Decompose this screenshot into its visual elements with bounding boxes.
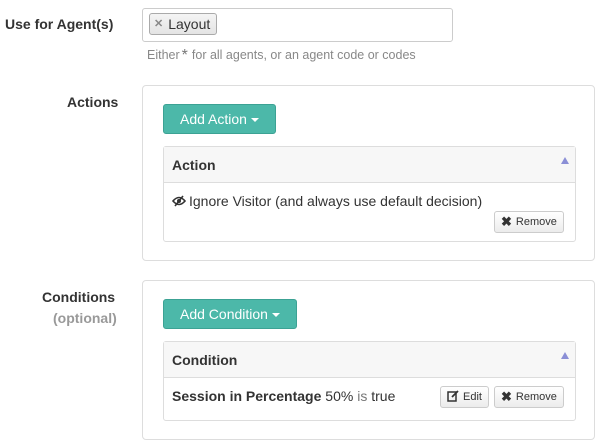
edit-label: Edit <box>463 391 482 403</box>
actions-panel: Add Action Action Ignore Visitor (and al… <box>142 85 595 261</box>
sort-up-icon[interactable] <box>561 157 569 164</box>
condition-value: 50% <box>325 388 354 404</box>
actions-table: Action Ignore Visitor (and always use de… <box>163 146 576 242</box>
eye-slash-icon <box>171 194 187 209</box>
caret-down-icon <box>271 313 280 318</box>
x-icon[interactable]: ✕ <box>154 14 163 34</box>
edit-icon <box>447 387 459 407</box>
actions-table-title: Action <box>172 157 216 173</box>
conditions-optional-label: (optional) <box>53 310 117 326</box>
conditions-label: Conditions <box>42 289 116 305</box>
remove-x-icon: ✖ <box>501 214 512 229</box>
help-prefix: Either <box>147 48 180 62</box>
condition-row-text: Session in Percentage 50% is true <box>172 388 395 404</box>
agents-label: Use for Agent(s) <box>5 16 114 32</box>
help-star: * <box>181 47 188 64</box>
remove-label: Remove <box>515 391 557 403</box>
action-row-text: Ignore Visitor (and always use default d… <box>171 193 483 209</box>
remove-action-button[interactable]: ✖ Remove <box>494 211 564 233</box>
remove-label: Remove <box>515 216 557 228</box>
sort-up-icon[interactable] <box>561 352 569 359</box>
add-condition-label: Add Condition <box>180 306 268 322</box>
actions-label: Actions <box>67 94 119 110</box>
agents-tag-input[interactable]: ✕ Layout <box>142 8 453 42</box>
conditions-table: Condition Session in Percentage 50% is t… <box>163 341 576 421</box>
conditions-panel: Add Condition Condition Session in Perce… <box>142 280 595 440</box>
remove-x-icon: ✖ <box>501 389 512 404</box>
conditions-table-title: Condition <box>172 352 238 368</box>
add-action-label: Add Action <box>180 111 247 127</box>
condition-connector: is <box>357 388 368 404</box>
condition-name: Session in Percentage <box>172 388 322 404</box>
actions-table-header: Action <box>164 147 575 183</box>
agent-tag-layout: ✕ Layout <box>149 13 218 35</box>
action-text: Ignore Visitor (and always use default d… <box>189 193 483 209</box>
agent-tag-label: Layout <box>168 16 211 32</box>
add-action-button[interactable]: Add Action <box>163 104 276 134</box>
help-suffix: for all agents, or an agent code or code… <box>191 48 416 62</box>
conditions-table-header: Condition <box>164 342 575 378</box>
edit-condition-button[interactable]: Edit <box>440 386 489 408</box>
condition-state: true <box>371 388 396 404</box>
caret-down-icon <box>250 118 259 123</box>
agents-help-text: Either * for all agents, or an agent code … <box>147 46 416 64</box>
add-condition-button[interactable]: Add Condition <box>163 299 297 329</box>
remove-condition-button[interactable]: ✖ Remove <box>494 386 564 408</box>
